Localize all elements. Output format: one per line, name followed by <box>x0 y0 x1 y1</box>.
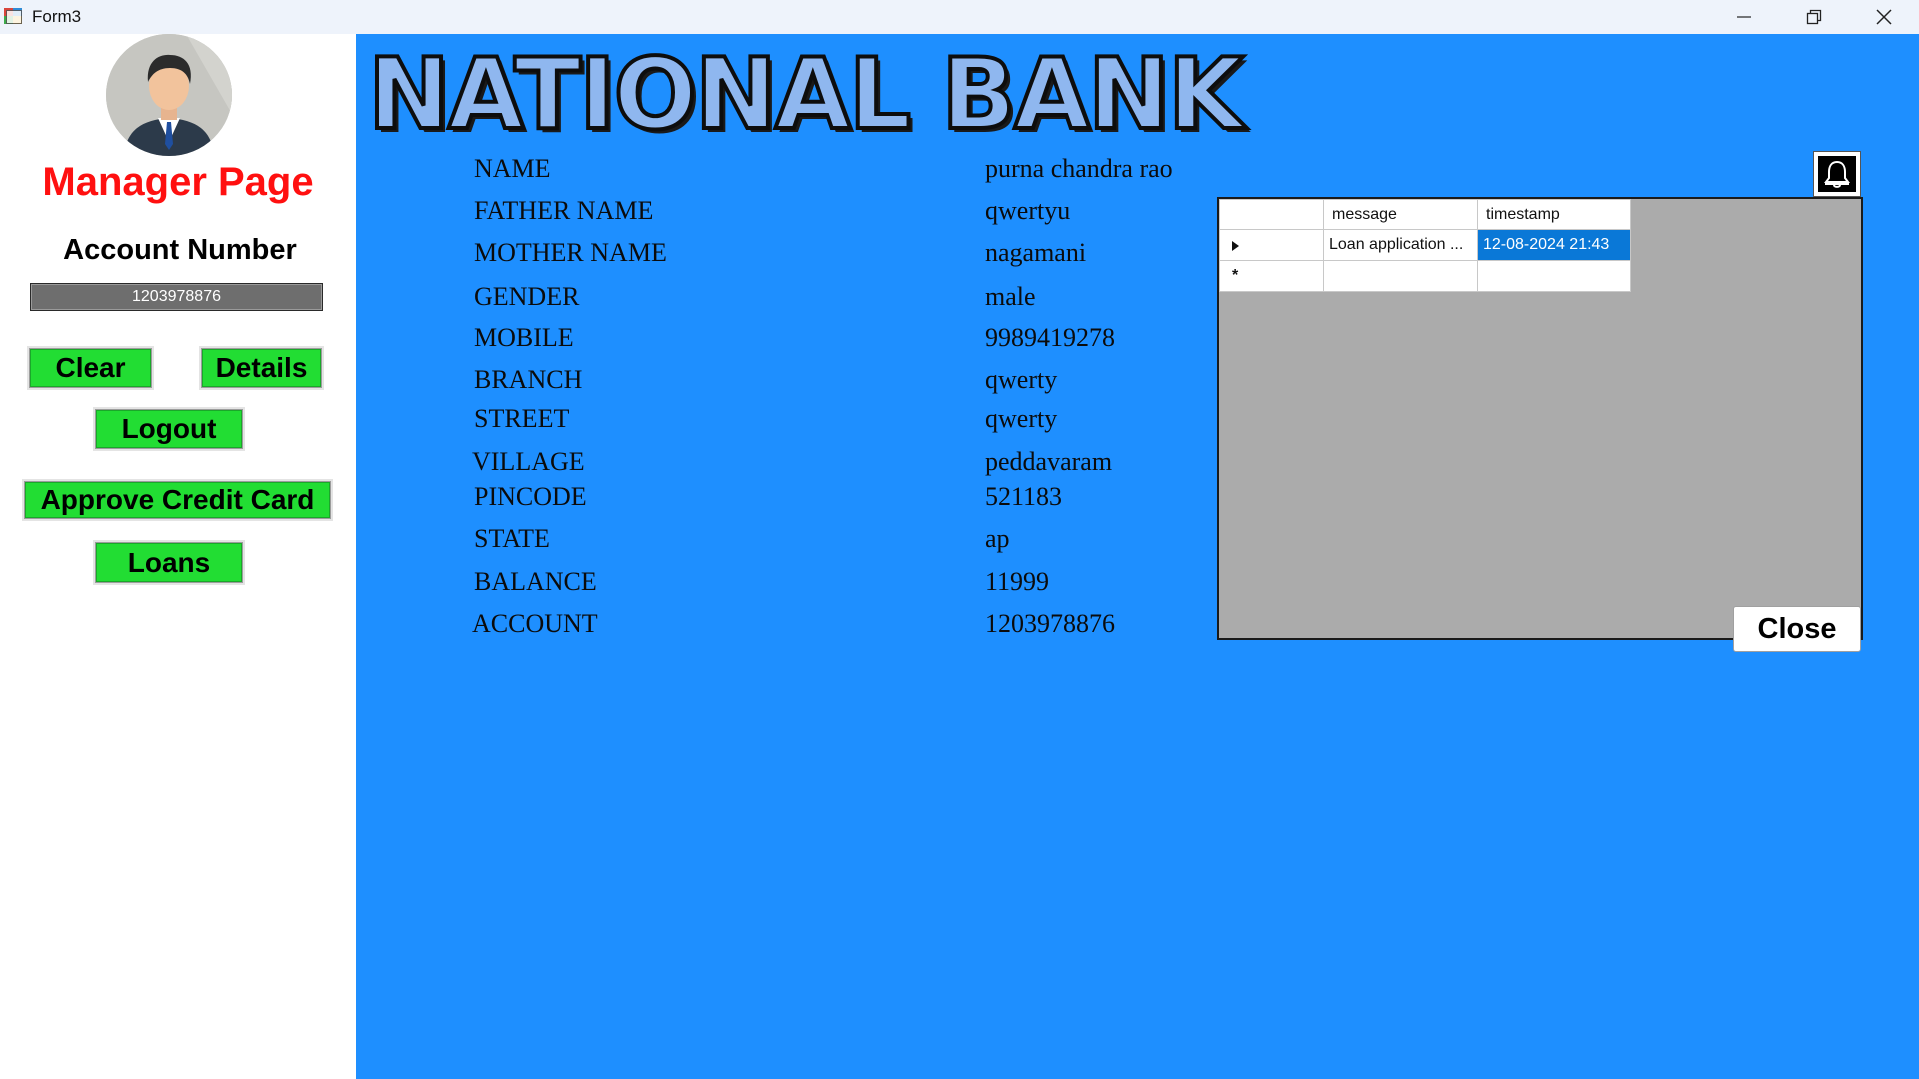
details-button[interactable]: Details <box>201 348 322 388</box>
cell-timestamp[interactable]: 12-08-2024 21:43 <box>1477 229 1631 261</box>
detail-value-father-name: qwertyu <box>985 196 1071 225</box>
bell-icon <box>1824 160 1850 188</box>
restore-button[interactable] <box>1784 0 1844 34</box>
table-row[interactable]: Loan application ... 12-08-2024 21:43 <box>1219 229 1631 261</box>
detail-label-name: NAME <box>474 154 551 183</box>
sidebar: Manager Page Account Number 1203978876 C… <box>0 34 356 1079</box>
cell-message[interactable]: Loan application ... <box>1323 229 1478 261</box>
detail-value-mobile: 9989419278 <box>985 323 1115 352</box>
restore-icon <box>1806 9 1822 25</box>
account-number-label: Account Number <box>63 234 297 266</box>
clear-button[interactable]: Clear <box>29 348 152 388</box>
new-row[interactable]: * <box>1219 260 1631 292</box>
loans-button[interactable]: Loans <box>95 542 243 583</box>
detail-value-pincode: 521183 <box>985 482 1063 511</box>
main-panel: NATIONAL BANK NAME FATHER NAME MOTHER NA… <box>356 34 1919 1079</box>
new-row-cell-message[interactable] <box>1323 260 1478 292</box>
detail-label-street: STREET <box>474 404 570 433</box>
notifications-grid[interactable]: message timestamp Loan application ... 1… <box>1217 197 1863 640</box>
detail-label-state: STATE <box>474 524 550 553</box>
grid-header-row: message timestamp <box>1219 199 1631 230</box>
window-titlebar: Form3 <box>0 0 1919 34</box>
detail-value-name: purna chandra rao <box>985 154 1173 183</box>
page-title: Manager Page <box>42 160 314 204</box>
detail-value-gender: male <box>985 282 1036 311</box>
detail-value-account: 1203978876 <box>985 609 1115 638</box>
minimize-icon <box>1737 16 1751 18</box>
minimize-button[interactable] <box>1714 0 1774 34</box>
detail-label-pincode: PINCODE <box>474 482 587 511</box>
detail-value-state: ap <box>985 524 1010 553</box>
detail-value-balance: 11999 <box>985 567 1050 596</box>
manager-avatar <box>106 34 232 156</box>
detail-label-father-name: FATHER NAME <box>474 196 654 225</box>
detail-value-mother-name: nagamani <box>985 238 1087 267</box>
new-row-cell-timestamp[interactable] <box>1477 260 1631 292</box>
column-header-timestamp[interactable]: timestamp <box>1477 199 1631 230</box>
detail-value-branch: qwerty <box>985 365 1058 394</box>
close-notifications-button[interactable]: Close <box>1733 606 1861 652</box>
grid-corner-header[interactable] <box>1219 199 1324 230</box>
detail-label-mother-name: MOTHER NAME <box>474 238 667 267</box>
bank-title: NATIONAL BANK <box>366 38 1246 152</box>
detail-label-account: ACCOUNT <box>472 609 598 638</box>
app-icon <box>4 8 22 24</box>
row-header[interactable] <box>1219 229 1324 261</box>
detail-value-village: peddavaram <box>985 447 1113 476</box>
account-number-field[interactable]: 1203978876 <box>30 283 323 311</box>
window-title: Form3 <box>32 7 82 26</box>
detail-value-street: qwerty <box>985 404 1058 433</box>
detail-label-balance: BALANCE <box>474 567 597 596</box>
new-row-marker: * <box>1219 260 1324 292</box>
detail-label-mobile: MOBILE <box>474 323 574 352</box>
close-window-button[interactable] <box>1854 0 1914 34</box>
close-icon <box>1876 9 1892 25</box>
detail-label-branch: BRANCH <box>474 365 583 394</box>
detail-label-village: VILLAGE <box>472 447 585 476</box>
column-header-message[interactable]: message <box>1323 199 1478 230</box>
approve-credit-card-button[interactable]: Approve Credit Card <box>24 481 331 519</box>
notifications-button[interactable] <box>1813 151 1861 197</box>
detail-label-gender: GENDER <box>474 282 580 311</box>
current-row-pointer-icon <box>1232 241 1239 251</box>
logout-button[interactable]: Logout <box>95 409 243 449</box>
